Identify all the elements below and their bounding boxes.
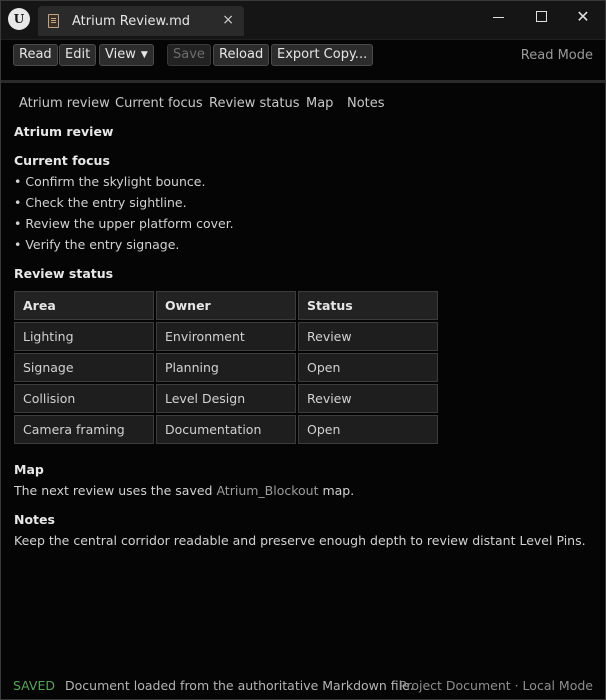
minimize-icon (492, 16, 504, 18)
notes-paragraph: Keep the central corridor readable and p… (14, 533, 586, 548)
close-icon: ✕ (576, 6, 590, 26)
saved-badge: SAVED (13, 678, 55, 693)
view-label: View (105, 47, 136, 62)
app-logo-letter: U (13, 12, 25, 26)
table-cell: Collision (14, 384, 154, 413)
table-cell: Environment (156, 322, 296, 351)
map-paragraph: The next review uses the saved Atrium_Bl… (14, 483, 354, 498)
table-header: Owner (156, 291, 296, 320)
list-item: • Check the entry sightline. (14, 195, 187, 210)
table-cell: Lighting (14, 322, 154, 351)
section-nav: Atrium review Current focus Review statu… (1, 83, 605, 115)
table-cell: Camera framing (14, 415, 154, 444)
mode-label: Read Mode (520, 48, 593, 63)
status-context: Project Document · Local Mode (399, 678, 593, 693)
status-heading: Review status (14, 266, 114, 281)
title-bar: U Atrium Review.md × ✕ (1, 1, 605, 40)
focus-heading: Current focus (14, 153, 110, 168)
table-header-row: Area Owner Status (14, 291, 438, 320)
nav-review-status[interactable]: Review status (209, 96, 299, 111)
list-item: • Verify the entry signage. (14, 237, 180, 252)
app-logo-icon[interactable]: U (8, 8, 30, 30)
notes-heading: Notes (14, 512, 55, 527)
table-header: Status (298, 291, 438, 320)
document-tab[interactable]: Atrium Review.md × (38, 6, 244, 36)
minimize-button[interactable] (476, 1, 520, 31)
read-button[interactable]: Read (13, 44, 58, 66)
table-row: Camera framing Documentation Open (14, 415, 438, 444)
reload-button[interactable]: Reload (213, 44, 270, 66)
export-copy-button[interactable]: Export Copy... (271, 44, 374, 66)
toolbar: Read Edit View ▼ Save Reload Export Copy.… (1, 40, 605, 74)
table-row: Signage Planning Open (14, 353, 438, 382)
tab-title: Atrium Review.md (72, 13, 190, 29)
maximize-button[interactable] (519, 1, 563, 31)
map-text-after: map. (318, 483, 355, 498)
status-message: Document loaded from the authoritative M… (65, 678, 414, 693)
table-cell: Review (298, 322, 438, 351)
edit-button[interactable]: Edit (59, 44, 97, 66)
table-cell: Signage (14, 353, 154, 382)
table-row: Lighting Environment Review (14, 322, 438, 351)
view-dropdown[interactable]: View ▼ (99, 44, 154, 66)
save-button[interactable]: Save (167, 44, 211, 66)
close-window-button[interactable]: ✕ (561, 1, 605, 31)
map-link[interactable]: Atrium_Blockout (216, 483, 318, 498)
maximize-icon (535, 10, 547, 22)
tab-close-icon[interactable]: × (222, 12, 234, 28)
doc-title: Atrium review (14, 124, 114, 139)
table-cell: Level Design (156, 384, 296, 413)
nav-map[interactable]: Map (306, 96, 333, 111)
table-cell: Review (298, 384, 438, 413)
list-item: • Confirm the skylight bounce. (14, 174, 206, 189)
map-text-before: The next review uses the saved (14, 483, 217, 498)
status-bar: SAVED Document loaded from the authorita… (1, 675, 605, 697)
table-cell: Open (298, 415, 438, 444)
document-icon (48, 14, 59, 28)
chevron-down-icon: ▼ (140, 50, 148, 60)
table-cell: Planning (156, 353, 296, 382)
list-item: • Review the upper platform cover. (14, 216, 234, 231)
map-heading: Map (14, 462, 44, 477)
table-row: Collision Level Design Review (14, 384, 438, 413)
table-cell: Open (298, 353, 438, 382)
nav-atrium-review[interactable]: Atrium review (19, 96, 110, 111)
review-status-table: Area Owner Status Lighting Environment R… (12, 289, 440, 446)
app-window: U Atrium Review.md × ✕ Read Edit View ▼ S… (0, 0, 606, 700)
table-cell: Documentation (156, 415, 296, 444)
table-header: Area (14, 291, 154, 320)
nav-notes[interactable]: Notes (347, 96, 385, 111)
focus-list: • Confirm the skylight bounce. • Check t… (14, 173, 234, 257)
nav-current-focus[interactable]: Current focus (115, 96, 203, 111)
